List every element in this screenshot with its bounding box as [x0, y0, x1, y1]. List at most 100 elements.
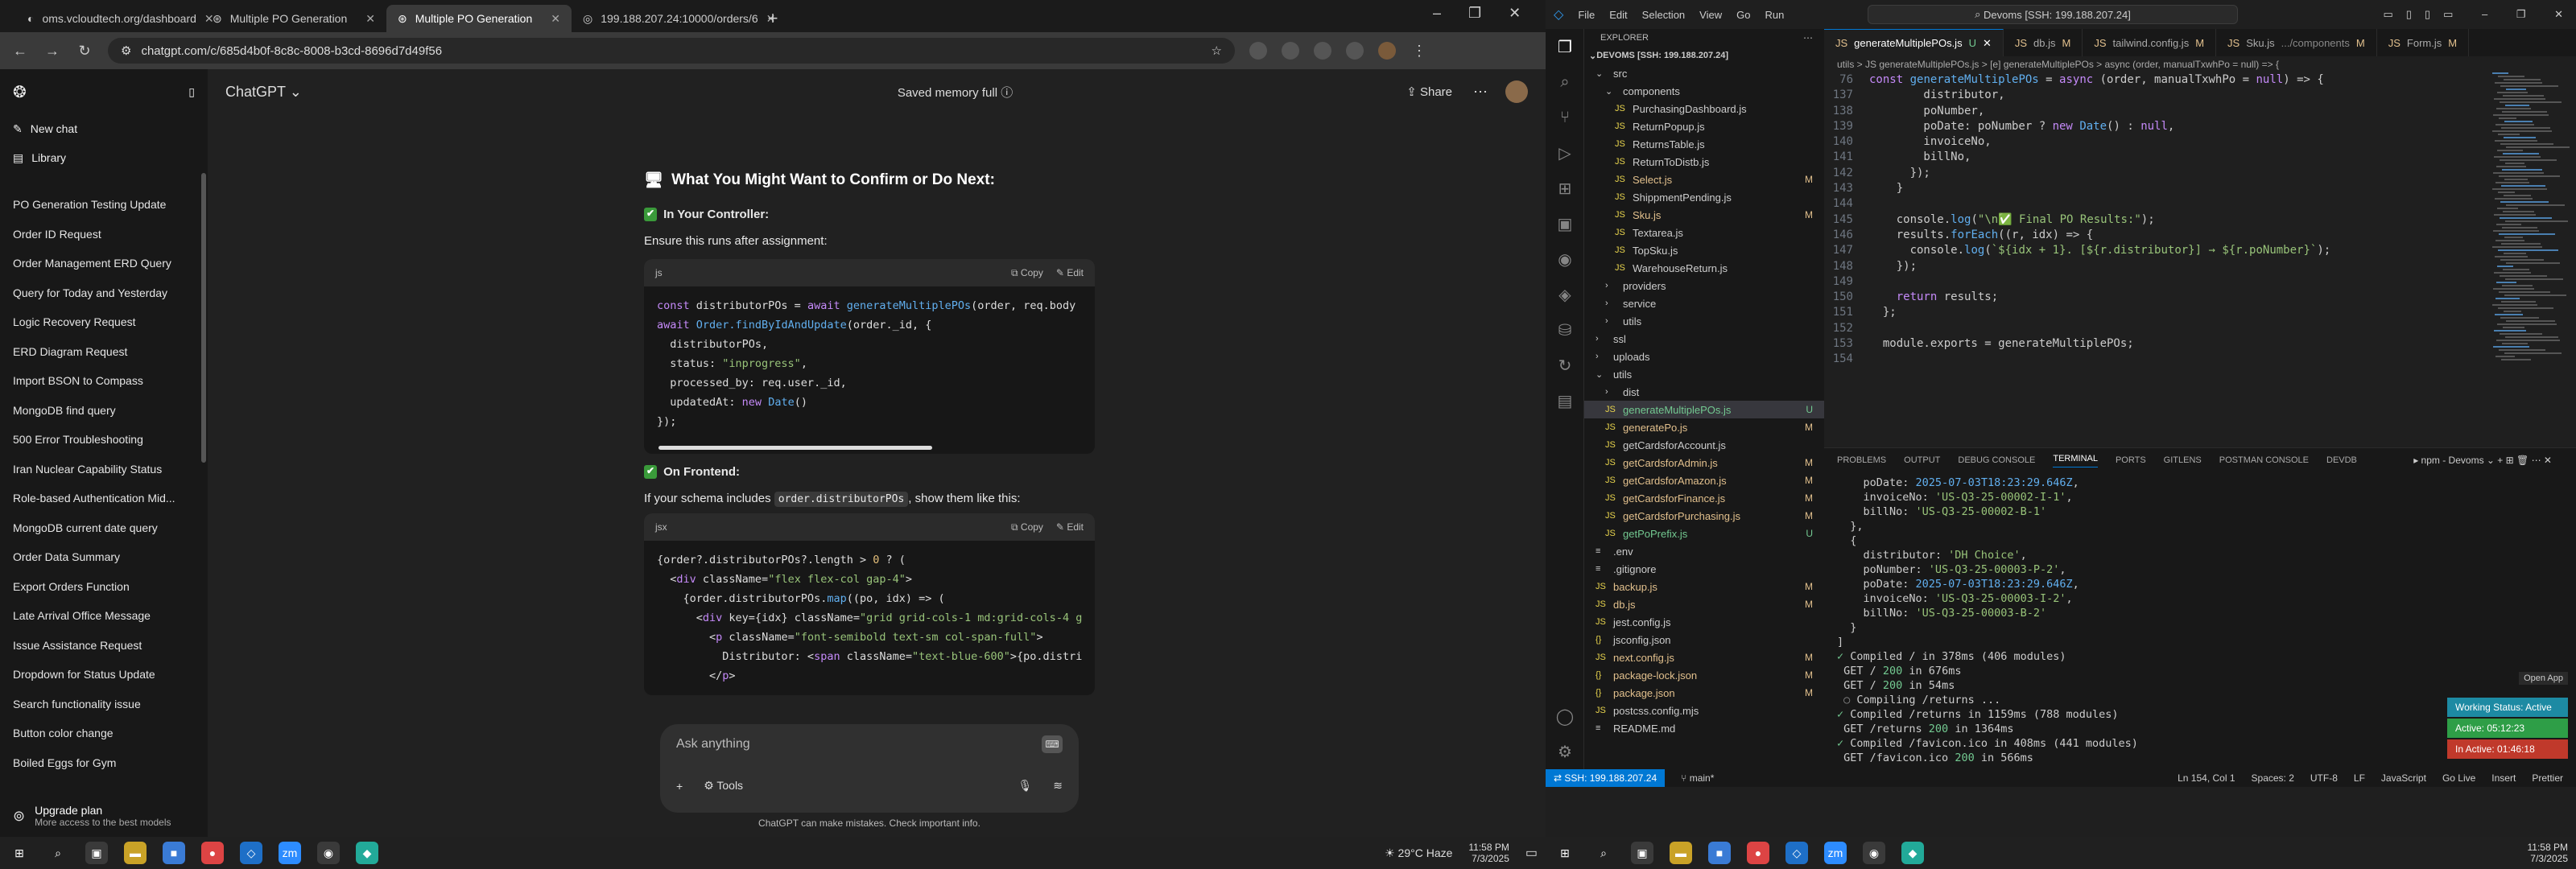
tab-oms-dashboard[interactable]: ◐ oms.vcloudtech.org/dashboard ✕ — [16, 5, 214, 32]
zoom-icon[interactable]: zm — [1824, 842, 1847, 864]
timeline-icon[interactable]: ↻ — [1546, 348, 1584, 383]
search-icon[interactable]: ⌕ — [1592, 842, 1615, 864]
account-icon[interactable]: ◯ — [1546, 698, 1584, 734]
plus-icon[interactable]: + — [676, 780, 683, 793]
settings-gear-icon[interactable]: ⚙ — [1546, 734, 1584, 769]
file-item[interactable]: JS generatePo.js M — [1584, 418, 1824, 436]
weather-widget[interactable]: ☀ 29°C Haze — [1385, 846, 1452, 860]
chat-history-item[interactable]: Role-based Authentication Mid... — [0, 484, 208, 513]
reload-icon[interactable]: ↻ — [76, 43, 93, 60]
go-live-button[interactable]: Go Live — [2442, 772, 2475, 784]
chat-history-item[interactable]: Iran Nuclear Capability Status — [0, 455, 208, 484]
tab-postman-console[interactable]: POSTMAN CONSOLE — [2219, 455, 2309, 465]
folder-item[interactable]: › service — [1584, 294, 1824, 312]
file-item[interactable]: JS Sku.js M — [1584, 206, 1824, 224]
tab-ports[interactable]: PORTS — [2116, 455, 2146, 465]
extension-icon[interactable] — [1346, 42, 1364, 60]
url-field[interactable]: ⚙ chatgpt.com/c/685d4b0f-8c8c-8008-b3cd-8… — [108, 38, 1235, 64]
file-item[interactable]: JS PurchasingDashboard.js — [1584, 100, 1824, 117]
language-mode[interactable]: JavaScript — [2381, 772, 2426, 784]
gitlens-icon[interactable]: ◉ — [1546, 241, 1584, 277]
menu-view[interactable]: View — [1699, 9, 1722, 21]
tab-gitlens[interactable]: GITLENS — [2164, 455, 2202, 465]
avatar[interactable] — [1505, 80, 1528, 103]
file-item[interactable]: JS getCardsforAmazon.js M — [1584, 472, 1824, 489]
indentation[interactable]: Spaces: 2 — [2252, 772, 2294, 784]
file-item[interactable]: JS getCardsforFinance.js M — [1584, 489, 1824, 507]
tab-form[interactable]: JS Form.js M — [2377, 29, 2470, 56]
chat-history-item[interactable]: 500 Error Troubleshooting — [0, 425, 208, 455]
chat-history-item[interactable]: Search functionality issue — [0, 690, 208, 719]
tab-output[interactable]: OUTPUT — [1904, 455, 1940, 465]
layout-controls[interactable]: ▭▯▯▭ – ❐ ✕ — [2384, 8, 2576, 21]
chat-history-item[interactable]: Order Data Summary — [0, 542, 208, 572]
keyboard-icon[interactable]: ⌨ — [1042, 735, 1063, 753]
edit-button[interactable]: ✎ Edit — [1056, 521, 1084, 533]
close-icon[interactable]: ✕ — [365, 12, 375, 26]
eol[interactable]: LF — [2354, 772, 2365, 784]
tab-multiple-po-1[interactable]: ⊛ Multiple PO Generation ✕ — [201, 5, 386, 32]
menu-run[interactable]: Run — [1765, 9, 1784, 21]
copy-button[interactable]: ⧉ Copy — [1011, 521, 1043, 533]
more-options-icon[interactable]: ⋯ — [1473, 84, 1488, 101]
chat-history-item[interactable]: Logic Recovery Request — [0, 307, 208, 337]
run-debug-icon[interactable]: ▷ — [1546, 135, 1584, 171]
edit-button[interactable]: ✎ Edit — [1056, 267, 1084, 279]
search-icon[interactable]: ⌕ — [1546, 64, 1584, 100]
file-item[interactable]: JS ShippmentPending.js — [1584, 188, 1824, 206]
chat-history-item[interactable]: Late Arrival Office Message — [0, 601, 208, 631]
bookmark-star-icon[interactable]: ☆ — [1212, 43, 1222, 58]
file-item[interactable]: JS backup.js M — [1584, 578, 1824, 595]
folder-item[interactable]: › ssl — [1584, 330, 1824, 348]
chat-history-item[interactable]: Boiled Eggs for Gym — [0, 748, 208, 778]
library-button[interactable]: ▤ Library — [0, 143, 208, 172]
share-button[interactable]: ⇪ Share — [1406, 84, 1452, 99]
prettier-status[interactable]: Prettier — [2532, 772, 2576, 784]
chat-history-item[interactable]: PO Generation Testing Update — [0, 190, 208, 220]
tab-problems[interactable]: PROBLEMS — [1837, 455, 1886, 465]
sidebar-toggle-icon[interactable]: ▯ — [188, 85, 195, 99]
model-selector[interactable]: ChatGPT ⌄ — [225, 84, 302, 101]
file-item[interactable]: JS Textarea.js — [1584, 224, 1824, 241]
tab-sku[interactable]: JS Sku.js .../components M — [2216, 29, 2377, 56]
tab-debug-console[interactable]: DEBUG CONSOLE — [1958, 455, 2035, 465]
app-icon[interactable]: ◆ — [356, 842, 378, 864]
chat-history-item[interactable]: Export Orders Function — [0, 572, 208, 602]
remote-indicator[interactable]: ⇄ SSH: 199.188.207.24 — [1546, 769, 1666, 787]
menu-file[interactable]: File — [1578, 9, 1595, 21]
tab-multiple-po-2[interactable]: ⊛ Multiple PO Generation ✕ — [386, 5, 572, 32]
upgrade-plan-button[interactable]: ⊚ Upgrade plan More access to the best mo… — [0, 795, 208, 837]
extension-icon[interactable] — [1249, 42, 1267, 60]
folder-item[interactable]: › utils — [1584, 312, 1824, 330]
new-tab-button[interactable]: + — [757, 5, 789, 32]
file-explorer-icon[interactable]: ▬ — [124, 842, 147, 864]
file-item[interactable]: JS getCardsforAccount.js — [1584, 436, 1824, 454]
chat-history-item[interactable]: Dropdown for Status Update — [0, 660, 208, 690]
file-item[interactable]: {} package.json M — [1584, 684, 1824, 702]
file-item[interactable]: JS ReturnToDistb.js — [1584, 153, 1824, 171]
search-icon[interactable]: ⌕ — [47, 842, 69, 864]
folder-item[interactable]: ⌄ src — [1584, 64, 1824, 82]
file-item[interactable]: JS getPoPrefix.js U — [1584, 525, 1824, 542]
file-item[interactable]: JS postcss.config.mjs — [1584, 702, 1824, 719]
app-icon[interactable]: ◉ — [1863, 842, 1885, 864]
vscode-icon[interactable]: ◇ — [1785, 842, 1808, 864]
encoding[interactable]: UTF-8 — [2310, 772, 2338, 784]
database-icon[interactable]: ⛁ — [1546, 312, 1584, 348]
insert-mode[interactable]: Insert — [2491, 772, 2516, 784]
horizontal-scrollbar[interactable] — [644, 441, 1095, 454]
file-item[interactable]: JS ReturnsTable.js — [1584, 135, 1824, 153]
file-item[interactable]: JS db.js M — [1584, 595, 1824, 613]
minimize-icon[interactable]: – — [1433, 5, 1441, 22]
copy-button[interactable]: ⧉ Copy — [1011, 267, 1043, 279]
menu-dots-icon[interactable]: ⋮ — [1410, 43, 1428, 60]
extensions-icon[interactable]: ⊞ — [1546, 171, 1584, 206]
workspace-root[interactable]: ⌄ DEVOMS [SSH: 199.188.207.24] — [1584, 47, 1824, 64]
tab-tailwind-config[interactable]: JS tailwind.config.js M — [2083, 29, 2217, 56]
chat-history-item[interactable]: MongoDB find query — [0, 396, 208, 426]
folder-item[interactable]: ⌄ utils — [1584, 365, 1824, 383]
file-item[interactable]: ≡ .env — [1584, 542, 1824, 560]
chat-history-item[interactable]: Import BSON to Compass — [0, 366, 208, 396]
windows-start-icon[interactable]: ⊞ — [1554, 842, 1576, 864]
file-item[interactable]: JS next.config.js M — [1584, 649, 1824, 666]
